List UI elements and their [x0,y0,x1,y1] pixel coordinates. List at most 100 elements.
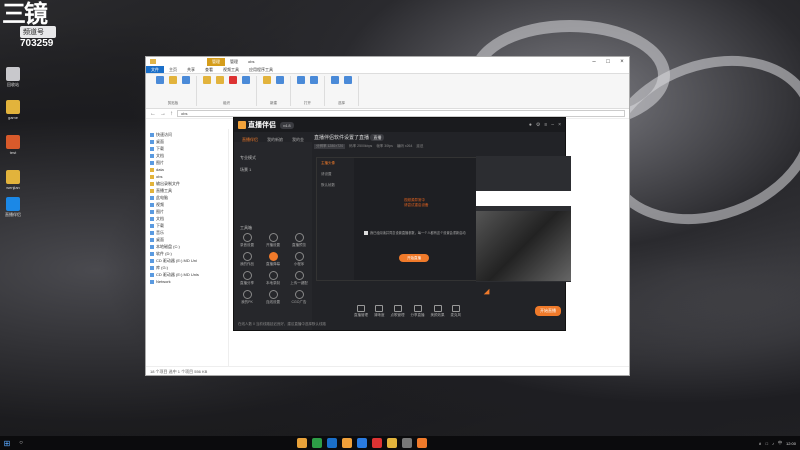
bottom-tool-button[interactable]: 点歌管理 [391,304,405,318]
taskbar-app-icon[interactable] [312,438,322,448]
tool-button[interactable]: 我的PK [234,290,260,305]
ribbon-tab[interactable]: 应用程序工具 [244,66,278,73]
tool-button[interactable]: 直播分享 [234,271,260,286]
ribbon-tab[interactable]: 主页 [164,66,182,73]
app-tab[interactable]: 我的金 [288,136,308,144]
ribbon-button[interactable] [296,76,306,90]
scene-row[interactable]: 场景 1 [234,164,312,176]
user-avatar-icon[interactable]: ● [529,122,532,128]
tool-button[interactable]: 上传一键配 [286,271,312,286]
tool-button[interactable]: CGO广告 [286,290,312,305]
address-input[interactable]: obs [177,110,625,117]
nav-item[interactable]: 图片 [150,208,224,215]
tool-button[interactable]: 开播设置 [260,233,286,248]
ribbon-button[interactable] [228,76,238,90]
app-tab[interactable]: 我的新娘 [263,136,287,144]
tool-button[interactable]: 直播预览 [286,233,312,248]
nav-item[interactable]: 图片 [150,159,224,166]
tab-manage-video[interactable]: 管理 [207,57,225,66]
minimize-icon[interactable]: – [587,59,601,65]
tray-item[interactable]: ∧ [759,441,762,446]
ribbon-button[interactable] [262,76,272,90]
tray-item[interactable]: ♪ [772,441,774,446]
ribbon-button[interactable] [155,76,165,90]
ribbon-button[interactable] [241,76,251,90]
taskbar-app-icon[interactable] [297,438,307,448]
taskbar-app-icon[interactable] [327,438,337,448]
windows-start-icon[interactable]: ⊞ [0,436,14,450]
tool-button[interactable]: 录音设置 [234,233,260,248]
taskbar-app-icon[interactable] [417,438,427,448]
nav-item[interactable]: 直播工具 [150,187,224,194]
checkbox-icon[interactable] [364,230,368,235]
nav-item[interactable]: 桌面 [150,236,224,243]
tray-item[interactable]: □ [766,441,768,446]
back-arrow-icon[interactable]: ← [150,111,156,117]
nav-item[interactable]: 文档 [150,152,224,159]
tool-button[interactable]: 小程序 [286,252,312,267]
taskbar-app-icon[interactable] [387,438,397,448]
nav-item[interactable]: 下载 [150,222,224,229]
nav-item[interactable]: Network [150,278,224,285]
nav-item[interactable]: data [150,166,224,173]
taskbar-app-icon[interactable] [402,438,412,448]
go-live-button[interactable]: 开始直播 [535,306,561,316]
dialog-side-item[interactable]: 主播头像 [317,158,354,169]
desktop-icon[interactable]: game [2,100,24,120]
ribbon-button[interactable] [168,76,178,90]
bottom-tool-button[interactable]: 分享直播 [411,304,425,318]
tray-item[interactable]: 中 [778,440,782,446]
ribbon-button[interactable] [181,76,191,90]
ribbon-button[interactable] [330,76,340,90]
ribbon-tab[interactable]: 视频工具 [218,66,244,73]
tool-button[interactable]: 直播弹幕 [260,252,286,267]
desktop-icon[interactable]: 直播伴侣 [2,197,24,218]
nav-item[interactable]: 输出录制文件 [150,180,224,187]
nav-item[interactable]: obs [150,173,224,180]
forward-arrow-icon[interactable]: → [160,111,166,117]
taskbar-app-icon[interactable] [372,438,382,448]
search-icon[interactable]: ○ [14,440,28,446]
ribbon-button[interactable] [275,76,285,90]
close-icon[interactable]: × [558,122,561,128]
nav-item[interactable]: 软件 (D:) [150,250,224,257]
ribbon-button[interactable] [202,76,212,90]
bottom-tool-button[interactable]: 直播管理 [354,304,368,318]
nav-item[interactable]: 快速访问 [150,131,224,138]
up-arrow-icon[interactable]: ↑ [170,111,173,117]
desktop-icon[interactable]: wenjian [2,170,24,190]
dialog-side-item[interactable]: 请设置 [317,169,354,180]
nav-item[interactable]: 下载 [150,145,224,152]
desktop-icon[interactable]: 回收站 [2,67,24,88]
tool-button[interactable]: 本地录制 [260,271,286,286]
nav-item[interactable]: 文档 [150,215,224,222]
desktop-icon[interactable]: test [2,135,24,155]
nav-item[interactable]: 此电脑 [150,194,224,201]
app-tab[interactable]: 直播伴侣 [238,136,262,144]
ribbon-button[interactable] [215,76,225,90]
bottom-tool-button[interactable]: 麦克风 [451,304,461,318]
nav-item[interactable]: CD 驱动器 (E:) MD Uni [150,257,224,264]
tray-item[interactable]: 12:00 [786,441,796,446]
nav-item[interactable]: 桌面 [150,138,224,145]
tab-manage-app[interactable]: 管理 [225,58,243,66]
tool-button[interactable]: 连线设置 [260,290,286,305]
bottom-tool-button[interactable]: 美颜效果 [431,304,445,318]
taskbar-app-icon[interactable] [342,438,352,448]
close-icon[interactable]: × [615,59,629,65]
agree-checkbox[interactable]: 我已经阅读并同意设置直播参数，每一个人都有这个设置会重新启动 [364,230,466,235]
nav-item[interactable]: 视频 [150,201,224,208]
menu-icon[interactable]: ≡ [544,122,547,128]
tool-button[interactable]: 我的作品 [234,252,260,267]
taskbar-app-icon[interactable] [357,438,367,448]
ribbon-tab[interactable]: 文件 [146,66,164,73]
settings-icon[interactable]: ⚙ [536,122,540,128]
nav-item[interactable]: 音乐 [150,229,224,236]
nav-item[interactable]: 本地磁盘 (C:) [150,243,224,250]
maximize-icon[interactable]: □ [601,59,615,65]
minimize-icon[interactable]: – [551,122,554,128]
ribbon-tab[interactable]: 查看 [200,66,218,73]
ribbon-button[interactable] [343,76,353,90]
ribbon-tab[interactable]: 共享 [182,66,200,73]
dialog-side-item[interactable]: 默认帧数 [317,180,354,191]
